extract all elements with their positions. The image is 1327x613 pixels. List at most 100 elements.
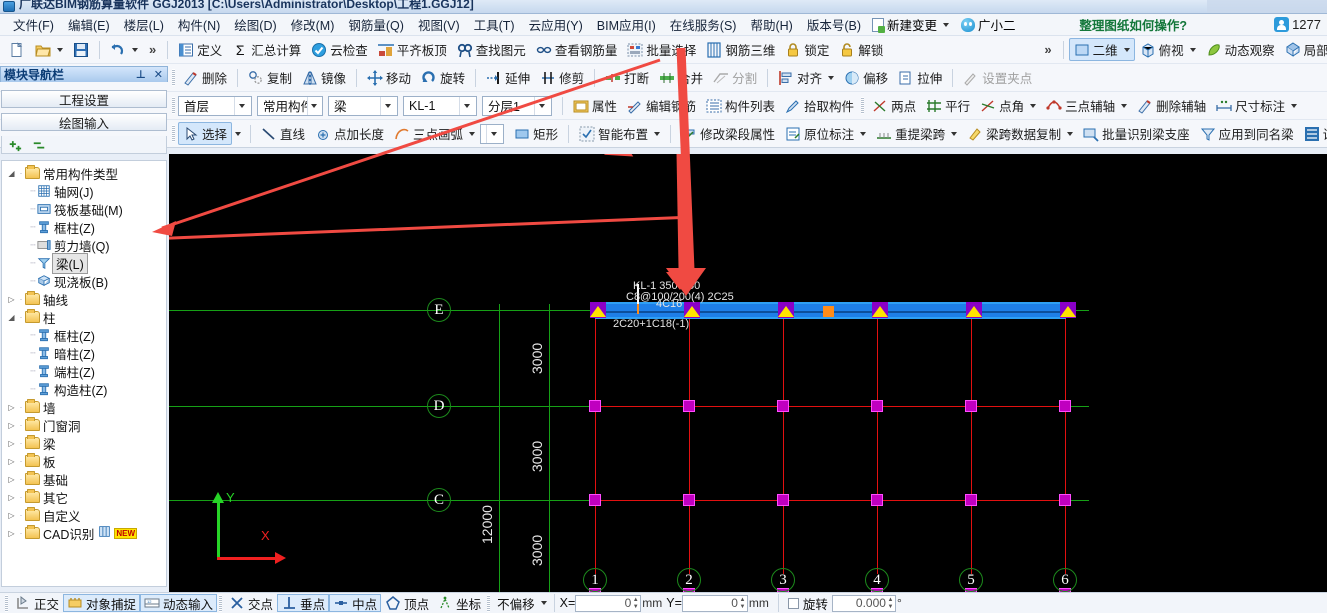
chevron-down-icon[interactable] <box>943 22 950 27</box>
batch-select-button[interactable]: 批量选择 <box>622 38 701 61</box>
lock-button[interactable]: 锁定 <box>780 38 834 61</box>
toolbar-grip-2[interactable] <box>172 97 175 114</box>
view-rebar-qty-button[interactable]: 查看钢筋量 <box>531 38 623 61</box>
chevron-down-icon[interactable] <box>486 124 501 143</box>
offset-button[interactable]: 偏移 <box>839 66 893 89</box>
tree-node-17[interactable]: ▷ · 基础 <box>6 470 166 488</box>
chevron-down-icon[interactable] <box>235 131 242 136</box>
split-button[interactable]: 分割 <box>708 66 762 89</box>
menu-item-tools[interactable]: 工具(T) <box>467 13 522 36</box>
statusbar-grip-3[interactable] <box>487 594 491 612</box>
column-C4[interactable] <box>871 494 883 506</box>
toolbar-grip-3[interactable] <box>861 97 865 114</box>
modify-beam-segment-button[interactable]: 修改梁段属性 <box>676 122 780 145</box>
statusbar-grip[interactable] <box>5 594 8 612</box>
extend-button[interactable]: 延伸 <box>481 66 535 89</box>
account-indicator[interactable]: 1277 <box>1274 17 1321 32</box>
user-menu[interactable]: 广小二 <box>957 14 1020 35</box>
tree-node-7[interactable]: ▷ · 轴线 <box>6 290 166 308</box>
rotate-button[interactable]: 旋转 <box>416 66 470 89</box>
tree-node-2[interactable]: ┄ 筏板基础(M) <box>6 200 166 218</box>
menu-item-cloud[interactable]: 云应用(Y) <box>522 13 590 36</box>
column-D5[interactable] <box>965 400 977 412</box>
tree-node-4[interactable]: ┄ 剪力墙(Q) <box>6 236 166 254</box>
summary-calc-button[interactable]: Σ 汇总计算 <box>227 38 306 61</box>
align-button[interactable]: 对齐 <box>773 66 839 89</box>
y-spinner[interactable]: ▲ ▼ <box>739 597 746 611</box>
snap-perpendicular-toggle[interactable]: 垂点 <box>277 594 330 612</box>
tab-draw-input[interactable]: 绘图输入 <box>1 113 167 131</box>
dynamic-input-toggle[interactable]: 12 动态输入 <box>140 594 218 612</box>
find-element-button[interactable]: 查找图元 <box>452 38 531 61</box>
dimension-button[interactable]: 尺寸标注 <box>1211 94 1302 117</box>
column-C3[interactable] <box>777 494 789 506</box>
chevron-down-icon[interactable] <box>306 96 320 115</box>
grid-bubble-3[interactable]: 3 <box>771 568 795 592</box>
menu-item-modify[interactable]: 修改(M) <box>284 13 342 36</box>
tree-node-13[interactable]: ▷ · 墙 <box>6 398 166 416</box>
chevron-down-icon[interactable] <box>654 131 661 136</box>
undo-button[interactable] <box>105 38 143 61</box>
column-D6[interactable] <box>1059 400 1071 412</box>
statusbar-grip-2[interactable] <box>219 594 223 612</box>
chevron-right-icon[interactable]: ▷ <box>6 475 17 484</box>
delete-axis-button[interactable]: 删除辅轴 <box>1132 94 1211 117</box>
component-tree[interactable]: ◢ · 常用构件类型 ┄ 轴网(J) ┄ 筏板基础(M) ┄ 框柱(Z) ┄ 剪力墙(Q) ┄ 梁(L)… <box>1 160 167 587</box>
close-icon[interactable]: ✕ <box>150 68 167 81</box>
chevron-down-icon[interactable] <box>459 96 474 115</box>
expand-all-icon[interactable] <box>8 138 22 152</box>
beam-grip-handle[interactable] <box>823 306 834 317</box>
column-D1[interactable] <box>589 400 601 412</box>
cloud-check-button[interactable]: 云检查 <box>306 38 373 61</box>
grid-bubble-4[interactable]: 4 <box>865 568 889 592</box>
chevron-down-icon[interactable] <box>57 47 63 52</box>
layer-combo[interactable]: 分层1 <box>482 95 552 116</box>
component-group-combo[interactable]: 常用构件 <box>257 95 323 116</box>
set-grip-button[interactable]: 设置夹点 <box>958 66 1037 89</box>
chevron-down-icon[interactable] <box>534 96 549 115</box>
edit-rebar-button[interactable]: 编辑钢筋 <box>622 94 701 117</box>
local-3d-button[interactable]: 局部三维 <box>1280 38 1327 61</box>
tree-node-8[interactable]: ◢ · 柱 <box>6 308 166 326</box>
mirror-button[interactable]: 镜像 <box>297 66 351 89</box>
point-angle-axis-button[interactable]: 点角 <box>975 94 1041 117</box>
menu-item-view[interactable]: 视图(V) <box>411 13 467 36</box>
chevron-down-icon[interactable] <box>951 131 958 136</box>
column-C6[interactable] <box>1059 494 1071 506</box>
select-tool-button[interactable]: 选择 <box>178 122 233 145</box>
floor-combo[interactable]: 首层 <box>178 95 252 116</box>
grid-bubble-2[interactable]: 2 <box>677 568 701 592</box>
view-2d-button[interactable]: 二维 <box>1068 38 1135 61</box>
apply-same-name-beam-button[interactable]: 应用到同名梁 <box>1195 122 1299 145</box>
toolbar-grip[interactable] <box>172 69 175 86</box>
in-place-annotation-button[interactable]: 原位标注 <box>780 122 871 145</box>
tree-node-19[interactable]: ▷ · 自定义 <box>6 506 166 524</box>
beam-span-data-copy-button[interactable]: 梁跨数据复制 <box>962 122 1078 145</box>
tree-node-9[interactable]: ┄ 框柱(Z) <box>6 326 166 344</box>
draw-options-combo[interactable] <box>480 123 505 144</box>
snap-midpoint-toggle[interactable]: 中点 <box>329 594 382 612</box>
tree-node-0[interactable]: ◢ · 常用构件类型 <box>6 164 166 182</box>
x-coord-input[interactable]: 0 ▲ ▼ <box>575 594 642 612</box>
tree-node-15[interactable]: ▷ · 梁 <box>6 434 166 452</box>
chevron-down-icon[interactable] <box>1030 103 1037 108</box>
chevron-down-icon[interactable] <box>132 47 138 52</box>
column-C5[interactable] <box>965 494 977 506</box>
merge-button[interactable]: 合并 <box>654 66 708 89</box>
chevron-down-icon[interactable] <box>469 131 476 136</box>
snap-intersection-toggle[interactable]: 交点 <box>225 594 277 612</box>
tree-node-3[interactable]: ┄ 框柱(Z) <box>6 218 166 236</box>
parallel-axis-button[interactable]: 平行 <box>921 94 975 117</box>
menu-item-version[interactable]: 版本号(B) <box>800 13 868 36</box>
set-top-bar-button[interactable]: 设置上部 <box>1299 122 1327 145</box>
snap-coordinate-toggle[interactable]: 坐标 <box>433 594 485 612</box>
define-button[interactable]: 定义 <box>173 38 227 61</box>
batch-identify-beam-support-button[interactable]: 批量识别梁支座 <box>1078 122 1195 145</box>
toolbar-overflow-button[interactable]: » <box>143 42 162 57</box>
toolbar-grip-4[interactable] <box>172 125 175 142</box>
help-link[interactable]: 整理图纸如何操作? <box>1079 15 1187 34</box>
offset-mode-combo[interactable]: 不偏移 <box>493 594 549 612</box>
ortho-toggle[interactable]: 正交 <box>11 594 63 612</box>
rectangle-tool-button[interactable]: 矩形 <box>509 122 563 145</box>
tree-node-5[interactable]: ┄ 梁(L) <box>6 252 166 274</box>
